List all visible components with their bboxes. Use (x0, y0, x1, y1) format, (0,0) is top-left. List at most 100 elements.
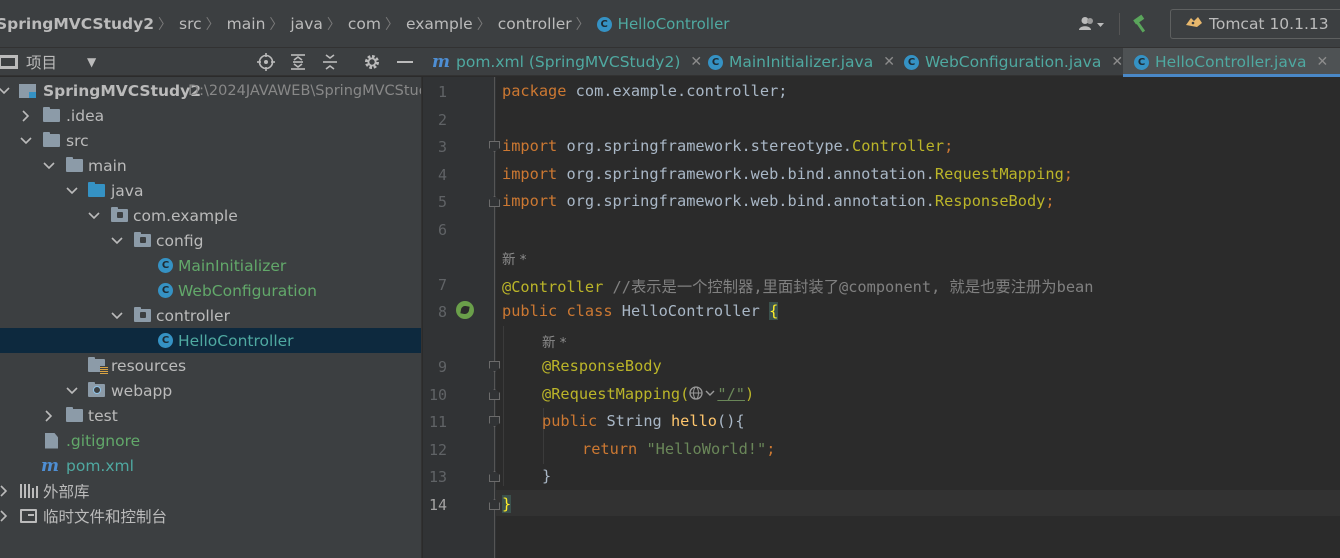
build-hammer-icon[interactable] (1130, 9, 1152, 39)
code-line: import org.springframework.web.bind.anno… (502, 192, 1055, 210)
locate-file-icon[interactable] (256, 52, 276, 72)
tree-node-idea[interactable]: .idea (0, 103, 421, 128)
chevron-down-icon[interactable] (43, 160, 55, 172)
tree-node-resources[interactable]: resources (0, 353, 421, 378)
close-icon[interactable]: ✕ (1111, 54, 1123, 70)
expand-all-icon[interactable] (288, 52, 308, 72)
chevron-down-icon[interactable] (88, 210, 100, 222)
line-number: 11 (428, 413, 447, 431)
code-line: public String hello(){ (542, 412, 745, 430)
tree-node-main-initializer[interactable]: C MainInitializer (0, 253, 421, 278)
code-line: import org.springframework.stereotype.Co… (502, 137, 954, 155)
collapse-all-icon[interactable] (320, 52, 340, 72)
breadcrumb: SpringMVCStudy2 〉 src 〉 main 〉 java 〉 com 〉 e… (0, 0, 729, 48)
tree-node-pom[interactable]: m pom.xml (0, 453, 421, 478)
tree-node-gitignore[interactable]: .gitignore (0, 428, 421, 453)
java-class-icon: C (158, 333, 173, 348)
line-number: 5 (437, 193, 447, 211)
chevron-right-icon[interactable] (0, 484, 10, 497)
breadcrumb-item-com[interactable]: com 〉 (348, 14, 406, 34)
breadcrumb-item-file[interactable]: C HelloController (596, 15, 729, 33)
scratches-icon (20, 508, 37, 523)
spring-bean-icon[interactable] (456, 301, 474, 319)
tree-node-scratches[interactable]: 临时文件和控制台 (0, 503, 421, 528)
chevron-down-icon[interactable] (66, 185, 78, 197)
web-folder-icon (88, 382, 105, 397)
chevron-right-icon[interactable] (20, 109, 32, 122)
chevron-down-icon[interactable] (111, 310, 123, 322)
file-icon (45, 432, 58, 449)
tree-node-controller[interactable]: controller (0, 303, 421, 328)
tree-node-hello-controller[interactable]: C HelloController (0, 328, 421, 353)
url-globe-icon[interactable] (689, 385, 717, 404)
vcs-user-icon[interactable] (1075, 9, 1109, 39)
line-number: 6 (437, 221, 447, 239)
code-line: @RequestMapping("/") (542, 385, 755, 404)
package-icon (134, 307, 151, 322)
tree-node-config[interactable]: config (0, 228, 421, 253)
maven-icon: m (41, 455, 59, 476)
project-icon (0, 54, 18, 69)
chevron-down-icon[interactable] (66, 385, 78, 397)
author-hint[interactable]: 新 * (542, 331, 567, 351)
author-hint[interactable]: 新 * (502, 248, 527, 268)
tab-web-configuration[interactable]: C WebConfiguration.java ✕ (904, 48, 1123, 76)
resources-folder-icon (88, 357, 108, 374)
tree-node-src[interactable]: src (0, 128, 421, 153)
chevron-right-icon[interactable] (43, 409, 55, 422)
java-class-icon: C (1134, 54, 1149, 70)
tree-node-com-example[interactable]: com.example (0, 203, 421, 228)
line-number: 14 (428, 496, 447, 514)
close-icon[interactable]: ✕ (1317, 54, 1329, 70)
line-number: 4 (437, 166, 447, 184)
tab-hello-controller[interactable]: C HelloController.java ✕ (1123, 48, 1340, 77)
java-class-icon: C (158, 258, 173, 273)
line-number: 13 (428, 468, 447, 486)
chevron-down-icon[interactable] (0, 85, 10, 97)
gear-icon[interactable] (362, 52, 382, 72)
code-line: } (542, 467, 552, 485)
breadcrumb-item-controller[interactable]: controller 〉 (498, 14, 597, 34)
divider (1119, 13, 1120, 35)
breadcrumb-item-src[interactable]: src 〉 (179, 14, 227, 34)
line-number: 1 (437, 83, 447, 101)
java-class-icon: C (158, 283, 173, 298)
folder-icon (43, 107, 60, 122)
package-icon (111, 207, 128, 222)
code-line: @ResponseBody (542, 357, 662, 375)
tree-node-java[interactable]: java (0, 178, 421, 203)
navbar-actions: Tomcat 10.1.13 (1075, 0, 1340, 48)
run-configuration-dropdown[interactable]: Tomcat 10.1.13 (1170, 9, 1340, 39)
tree-node-test[interactable]: test (0, 403, 421, 428)
breadcrumb-item-project[interactable]: SpringMVCStudy2 〉 (0, 14, 179, 34)
tree-node-external-libraries[interactable]: 外部库 (0, 478, 421, 503)
tab-main-initializer[interactable]: C MainInitializer.java ✕ (708, 48, 895, 76)
tab-pom-xml[interactable]: m pom.xml (SpringMVCStudy2) ✕ (432, 48, 702, 76)
project-tree: SpringMVCStudy2 D:\2024JAVAWEB\SpringMVC… (0, 77, 422, 558)
close-icon[interactable]: ✕ (690, 54, 702, 70)
chevron-down-icon[interactable] (20, 135, 32, 147)
tree-node-webapp[interactable]: webapp (0, 378, 421, 403)
code-line: import org.springframework.web.bind.anno… (502, 165, 1074, 183)
line-number: 9 (437, 358, 447, 376)
package-icon (134, 232, 151, 247)
project-view-selector[interactable]: 项目 ▼ (0, 51, 96, 73)
chevron-down-icon[interactable] (111, 235, 123, 247)
close-icon[interactable]: ✕ (883, 54, 895, 70)
tree-node-web-configuration[interactable]: C WebConfiguration (0, 278, 421, 303)
breadcrumb-item-example[interactable]: example 〉 (406, 14, 498, 34)
breadcrumb-item-main[interactable]: main 〉 (227, 14, 291, 34)
breadcrumb-item-java[interactable]: java 〉 (290, 14, 347, 34)
hide-panel-icon[interactable] (395, 52, 415, 72)
line-number: 7 (437, 276, 447, 294)
chevron-down-icon[interactable]: ▼ (87, 55, 96, 69)
current-line-highlight (496, 490, 1340, 516)
java-class-icon: C (708, 54, 723, 70)
code-line: public class HelloController { (502, 302, 779, 320)
code-line: @Controller //表示是一个控制器,里面封装了@component, … (502, 278, 1094, 296)
indent-guide (503, 326, 504, 486)
line-number: 3 (437, 138, 447, 156)
tree-node-main[interactable]: main (0, 153, 421, 178)
tree-node-project-root[interactable]: SpringMVCStudy2 D:\2024JAVAWEB\SpringMVC… (0, 78, 421, 103)
chevron-right-icon[interactable] (0, 509, 10, 522)
